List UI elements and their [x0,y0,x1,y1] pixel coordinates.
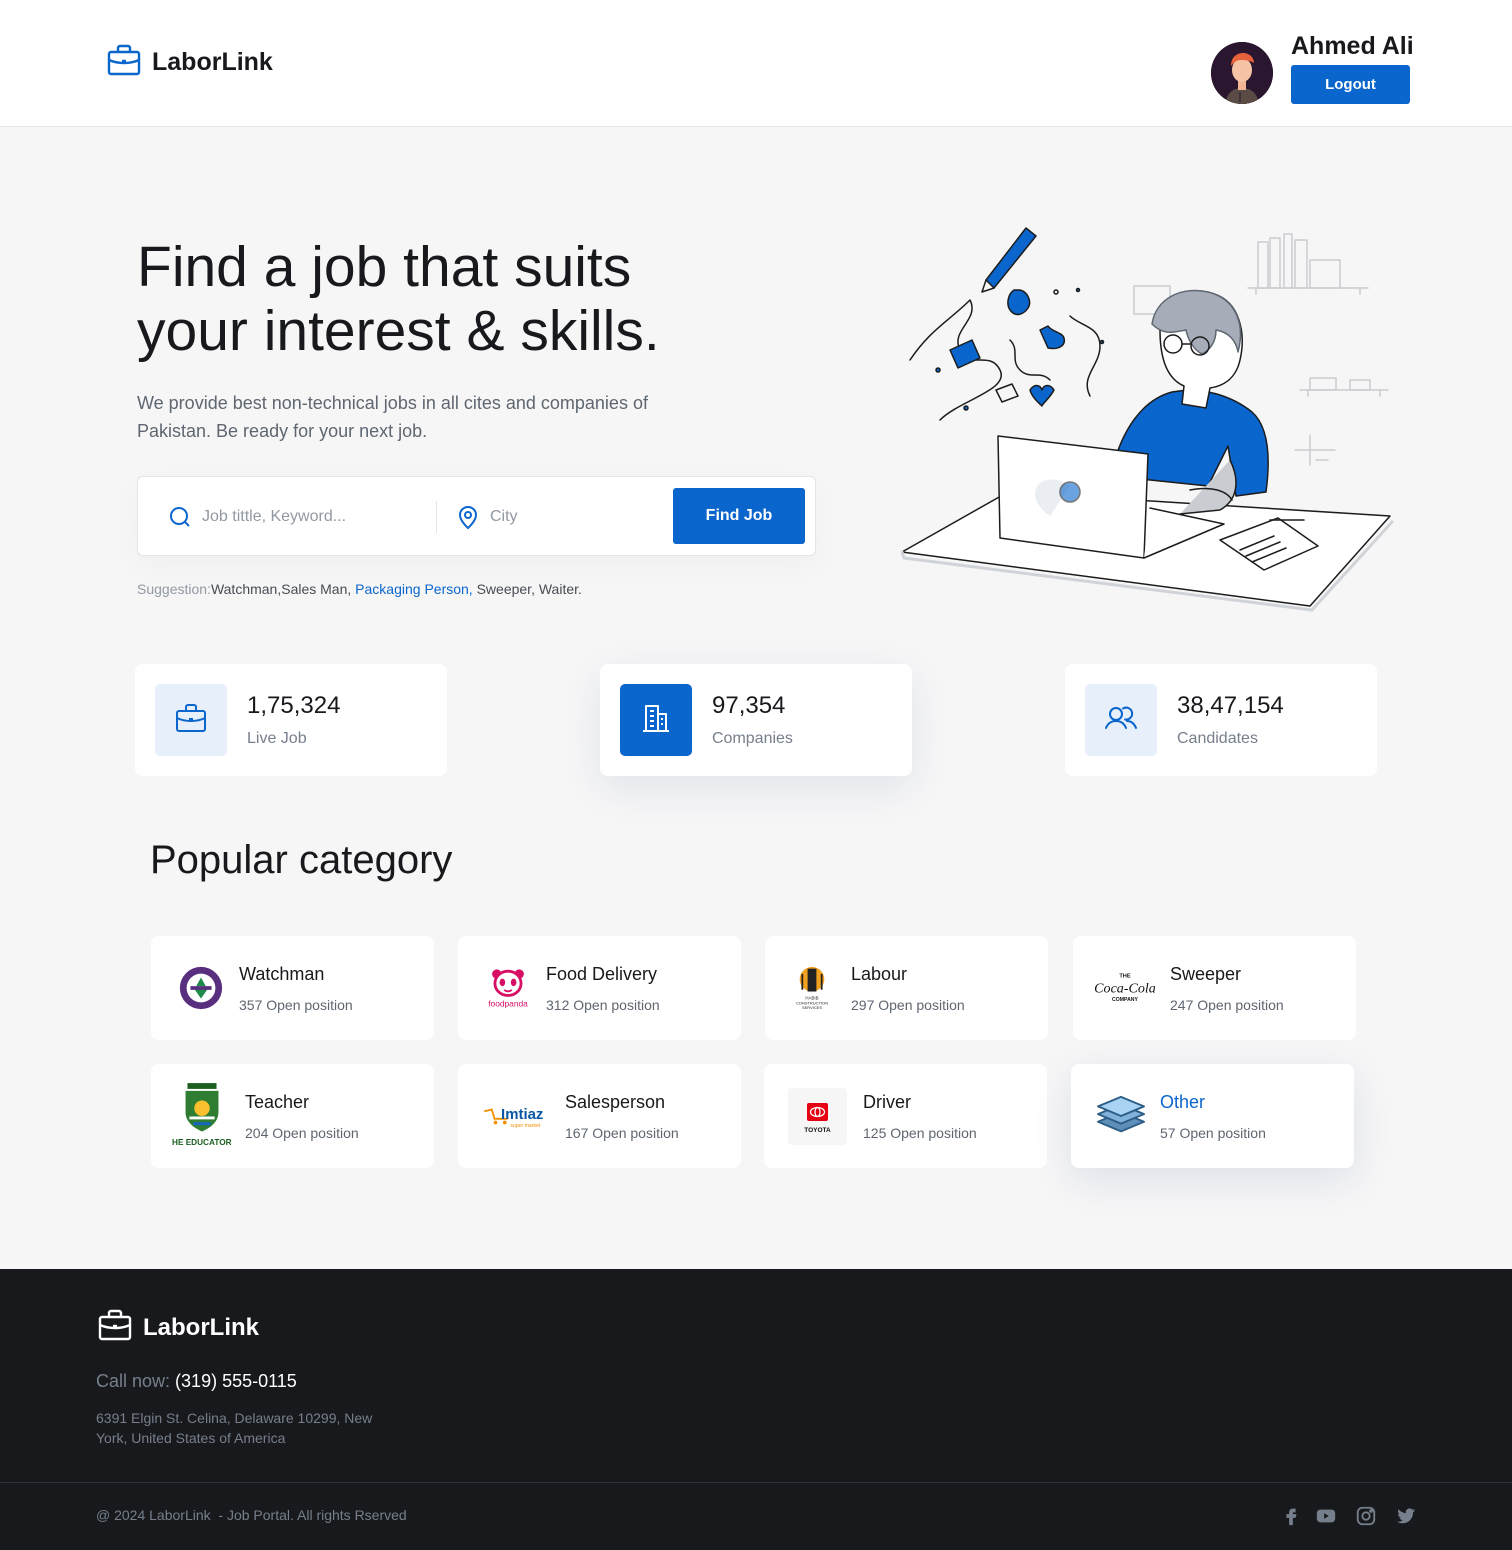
logout-button[interactable]: Logout [1291,65,1410,104]
category-name: Driver [863,1092,911,1112]
category-watchman[interactable]: Watchman 357 Open position [151,936,434,1040]
category-name: Salesperson [565,1092,666,1112]
hero-illustration [890,220,1400,620]
category-name: Teacher [245,1092,310,1112]
category-driver[interactable]: TOYOTA Driver 125 Open position [764,1064,1047,1168]
category-food-delivery[interactable]: foodpanda Food Delivery 312 Open positio… [458,936,741,1040]
category-teacher[interactable]: THE EDUCATORS Teacher 204 Open position [151,1064,434,1168]
coca-cola-logo: THE Coca-Cola COMPANY [1095,958,1155,1018]
city-search-input[interactable] [490,497,650,537]
facebook-icon[interactable] [1280,1505,1302,1527]
stat-value: 1,75,324 [247,692,341,719]
category-name: Sweeper [1170,964,1242,984]
category-sweeper[interactable]: THE Coca-Cola COMPANY Sweeper 247 Open p… [1073,936,1356,1040]
briefcase-icon [97,1307,133,1348]
briefcase-icon [106,42,142,83]
category-count: 247 Open position [1170,997,1284,1013]
stat-live-jobs: 1,75,324 Live Job [135,664,447,776]
instagram-icon[interactable] [1355,1505,1377,1527]
toyota-logo: TOYOTA [788,1088,847,1145]
search-divider [436,501,437,533]
find-job-button[interactable]: Find Job [673,488,805,544]
brand-name: LaborLink [152,48,273,76]
stat-icon-box [1085,684,1157,756]
footer-divider [0,1482,1512,1483]
map-pin-icon [456,504,480,530]
job-search-bar: Find Job [137,476,816,556]
footer-brand-logo[interactable]: LaborLink [97,1307,259,1348]
briefcase-icon [173,700,209,741]
category-other[interactable]: Other 57 Open position [1071,1064,1354,1168]
category-count: 125 Open position [863,1125,977,1141]
search-icon [168,505,192,529]
users-icon [1103,700,1139,741]
suggestion-sweeper[interactable]: Sweeper, [477,581,535,597]
stat-companies: 97,354 Companies [600,664,912,776]
footer-address: 6391 Elgin St. Celina, Delaware 10299, N… [96,1410,373,1446]
twitter-icon[interactable] [1395,1505,1417,1527]
suggestion-label: Suggestion: [137,581,211,597]
site-footer: LaborLink Call now: (319) 555-0115 6391 … [0,1269,1512,1550]
svg-text:TOYOTA: TOYOTA [804,1127,831,1134]
svg-text:THE EDUCATORS: THE EDUCATORS [172,1138,232,1147]
suggestion-sales-man[interactable]: Sales Man, [281,581,351,597]
hero-title-line1: Find a job that suits [137,235,632,299]
meezan-bank-logo [171,958,231,1018]
category-count: 357 Open position [239,997,353,1013]
layers-icon [1091,1086,1151,1146]
stat-icon-box [620,684,692,756]
category-count: 204 Open position [245,1125,359,1141]
stat-value: 97,354 [712,692,786,719]
category-count: 312 Open position [546,997,660,1013]
hero-subtitle: We provide best non-technical jobs in al… [137,393,648,441]
category-name: Watchman [239,964,325,984]
copyright-text: @ 2024 LaborLink - Job Portal. All right… [96,1507,407,1523]
hero-title: Find a job that suits your interest & sk… [137,235,787,363]
search-suggestions: Suggestion:Watchman,Sales Man, Packaging… [137,581,582,597]
foodpanda-logo: foodpanda [478,958,538,1018]
svg-text:THE: THE [1119,974,1130,980]
imtiaz-logo: Imtiaz super market [480,1086,552,1146]
footer-brand-name: LaborLink [143,1313,260,1341]
section-title: Popular category [150,838,453,882]
brand-logo[interactable]: LaborLink [106,42,273,83]
svg-text:Coca-Cola: Coca-Cola [1095,981,1155,997]
hero-title-line2: your interest & skills. [137,299,660,363]
svg-text:super market: super market [510,1123,540,1129]
suggestion-waiter[interactable]: Waiter. [539,581,582,597]
habib-construction-logo: HABIB CONSTRUCTION SERVICES [787,958,837,1018]
svg-text:Imtiaz: Imtiaz [501,1106,543,1123]
suggestion-packaging-person[interactable]: Packaging Person, [355,581,473,597]
category-count: 167 Open position [565,1125,679,1141]
stat-icon-box [155,684,227,756]
stat-label: Live Job [247,730,307,747]
category-name: Labour [851,964,908,984]
category-salesperson[interactable]: Imtiaz super market Salesperson 167 Open… [458,1064,741,1168]
category-labour[interactable]: HABIB CONSTRUCTION SERVICES Labour 297 O… [765,936,1048,1040]
youtube-icon[interactable] [1315,1505,1337,1527]
category-count: 297 Open position [851,997,965,1013]
stat-candidates: 38,47,154 Candidates [1065,664,1377,776]
user-name: Ahmed Ali [1291,32,1414,60]
building-icon [638,700,674,741]
the-educators-logo: THE EDUCATORS [171,1080,233,1152]
user-avatar[interactable] [1211,42,1273,104]
stat-label: Candidates [1177,730,1258,747]
category-name: Other [1160,1092,1206,1112]
svg-text:foodpanda: foodpanda [488,999,528,1009]
svg-text:COMPANY: COMPANY [1112,997,1138,1003]
suggestion-watchman[interactable]: Watchman, [211,581,281,597]
stat-value: 38,47,154 [1177,692,1284,719]
phone-number[interactable]: (319) 555-0115 [175,1371,297,1391]
footer-call: Call now: (319) 555-0115 [96,1371,297,1392]
category-name: Food Delivery [546,964,658,984]
stat-label: Companies [712,730,793,747]
svg-text:SERVICES: SERVICES [802,1005,822,1010]
svg-text:HABIB: HABIB [805,995,818,1000]
site-header: LaborLink Ahmed Ali Logout [0,0,1512,127]
call-label: Call now: [96,1371,171,1391]
keyword-search-input[interactable] [202,497,422,537]
category-count: 57 Open position [1160,1125,1266,1141]
